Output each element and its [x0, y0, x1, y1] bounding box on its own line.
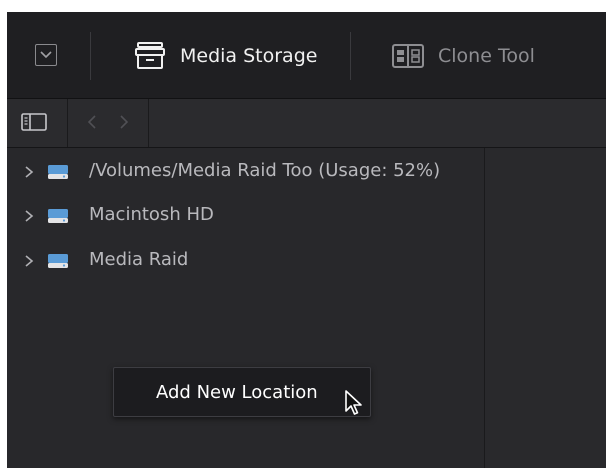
drive-icon: [48, 254, 68, 268]
tree-item-label: /Volumes/Media Raid Too (Usage: 52%): [89, 160, 441, 181]
media-storage-tree: /Volumes/Media Raid Too (Usage: 52%) Mac…: [7, 148, 485, 468]
forward-arrow-icon[interactable]: [117, 113, 131, 131]
tab-clone-tool-label: Clone Tool: [438, 45, 535, 67]
tree-item-volume[interactable]: /Volumes/Media Raid Too (Usage: 52%): [7, 158, 477, 186]
chevron-right-icon[interactable]: [23, 208, 35, 224]
toolbar-divider: [148, 99, 149, 147]
workspace-dropdown-button[interactable]: [35, 44, 57, 66]
chevron-right-icon[interactable]: [23, 253, 35, 269]
chevron-right-icon[interactable]: [23, 164, 35, 180]
clone-tool-icon: [390, 40, 426, 72]
tab-media-storage-label: Media Storage: [180, 45, 318, 67]
topbar-divider: [90, 32, 91, 80]
mouse-pointer-icon: [345, 390, 362, 415]
archive-icon: [132, 40, 168, 72]
tree-item-label: Media Raid: [89, 249, 189, 270]
browser-toolbar: [7, 99, 606, 148]
tab-clone-tool[interactable]: Clone Tool: [390, 40, 535, 72]
drive-icon: [48, 165, 68, 179]
back-arrow-icon[interactable]: [85, 113, 99, 131]
app-window: Media Storage Clone Tool /Volumes/Media …: [7, 12, 606, 468]
menu-item-add-new-location[interactable]: Add New Location: [114, 368, 370, 416]
tree-item-volume[interactable]: Media Raid: [7, 247, 477, 275]
drive-icon: [48, 209, 68, 223]
chevron-down-icon: [40, 51, 52, 59]
tree-item-label: Macintosh HD: [89, 204, 214, 225]
tab-media-storage[interactable]: Media Storage: [132, 40, 317, 72]
context-menu: Add New Location: [113, 367, 371, 417]
menu-item-label: Add New Location: [156, 381, 318, 403]
top-bar: Media Storage Clone Tool: [7, 12, 606, 99]
media-viewer-pane: [485, 148, 606, 468]
sidebar-toggle-icon[interactable]: [21, 113, 47, 131]
topbar-divider: [350, 32, 351, 80]
tree-item-volume[interactable]: Macintosh HD: [7, 202, 477, 230]
toolbar-divider: [67, 99, 68, 147]
